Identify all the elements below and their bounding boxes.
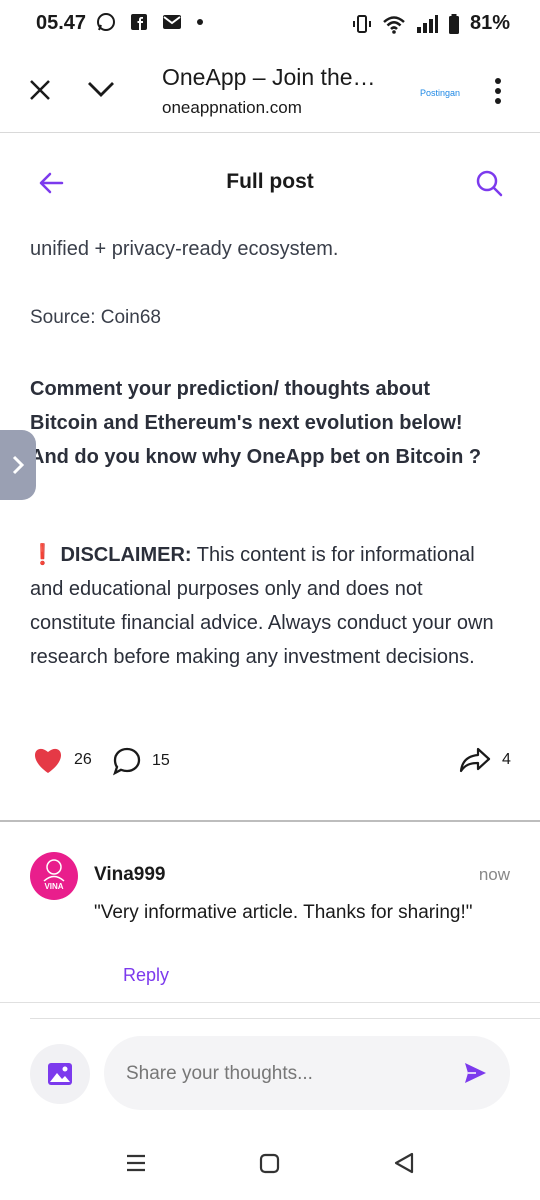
chevron-down-icon[interactable] — [86, 78, 116, 100]
comment-input-wrapper — [104, 1036, 510, 1110]
more-vert-icon[interactable] — [490, 76, 506, 106]
dot-icon — [197, 19, 203, 25]
share-button[interactable]: 4 — [458, 746, 511, 774]
send-icon[interactable] — [462, 1060, 488, 1086]
comment-button[interactable]: 15 — [112, 746, 170, 776]
post-source: Source: Coin68 — [30, 307, 161, 328]
home-icon[interactable] — [258, 1150, 282, 1176]
post-disclaimer: ❗ DISCLAIMER: This content is for inform… — [30, 538, 500, 674]
wifi-icon — [383, 15, 405, 34]
comment-bubble-icon — [112, 747, 141, 776]
avatar[interactable]: VINA — [30, 852, 78, 900]
comment-text: "Very informative article. Thanks for sh… — [94, 902, 473, 923]
avatar-figure-icon — [43, 859, 65, 882]
status-bar: 05.47 81% — [0, 0, 540, 48]
attach-image-button[interactable] — [30, 1044, 90, 1104]
page-title: Full post — [226, 170, 314, 193]
section-divider — [0, 820, 540, 822]
like-count: 26 — [74, 751, 92, 768]
comment-time: now — [478, 865, 510, 884]
post-paragraph: unified + privacy-ready ecosystem. — [30, 238, 339, 260]
browser-url: oneappnation.com — [162, 98, 302, 117]
exclamation-icon: ❗ — [30, 544, 55, 566]
comment-username[interactable]: Vina999 — [94, 864, 165, 886]
chevron-right-icon — [12, 455, 25, 475]
reply-button[interactable]: Reply — [123, 965, 169, 986]
vibrate-icon — [352, 14, 371, 33]
browser-tag-label: Postingan — [420, 88, 461, 98]
notification-icons — [96, 12, 204, 32]
comment-divider — [0, 1002, 540, 1003]
battery-percent: 81% — [469, 12, 510, 34]
mail-icon — [163, 15, 181, 29]
comment-count: 15 — [152, 752, 170, 769]
composer-divider — [30, 1018, 540, 1019]
heart-icon — [34, 748, 62, 773]
signal-icon — [416, 14, 438, 33]
share-count: 4 — [502, 751, 511, 768]
comment-input[interactable] — [124, 1058, 448, 1090]
facebook-icon — [131, 14, 147, 30]
share-arrow-icon — [459, 747, 491, 773]
recent-apps-icon[interactable] — [124, 1150, 148, 1176]
close-icon[interactable] — [28, 78, 52, 102]
status-time: 05.47 — [36, 12, 87, 34]
back-nav-icon[interactable] — [392, 1150, 416, 1176]
browser-toolbar: OneApp – Join the… oneappnation.com Post… — [0, 48, 540, 133]
search-icon[interactable] — [474, 168, 504, 198]
browser-page-title: OneApp – Join the… — [162, 64, 376, 90]
avatar-label: VINA — [44, 882, 64, 891]
side-drawer-handle[interactable] — [0, 430, 36, 500]
whatsapp-icon — [97, 13, 115, 31]
image-icon — [48, 1063, 72, 1085]
post-question: Comment your prediction/ thoughts about … — [30, 378, 482, 468]
like-button[interactable]: 26 — [32, 746, 92, 774]
system-icons: 81% — [352, 12, 510, 35]
disclaimer-label: DISCLAIMER: — [60, 544, 192, 566]
battery-icon — [448, 13, 459, 34]
